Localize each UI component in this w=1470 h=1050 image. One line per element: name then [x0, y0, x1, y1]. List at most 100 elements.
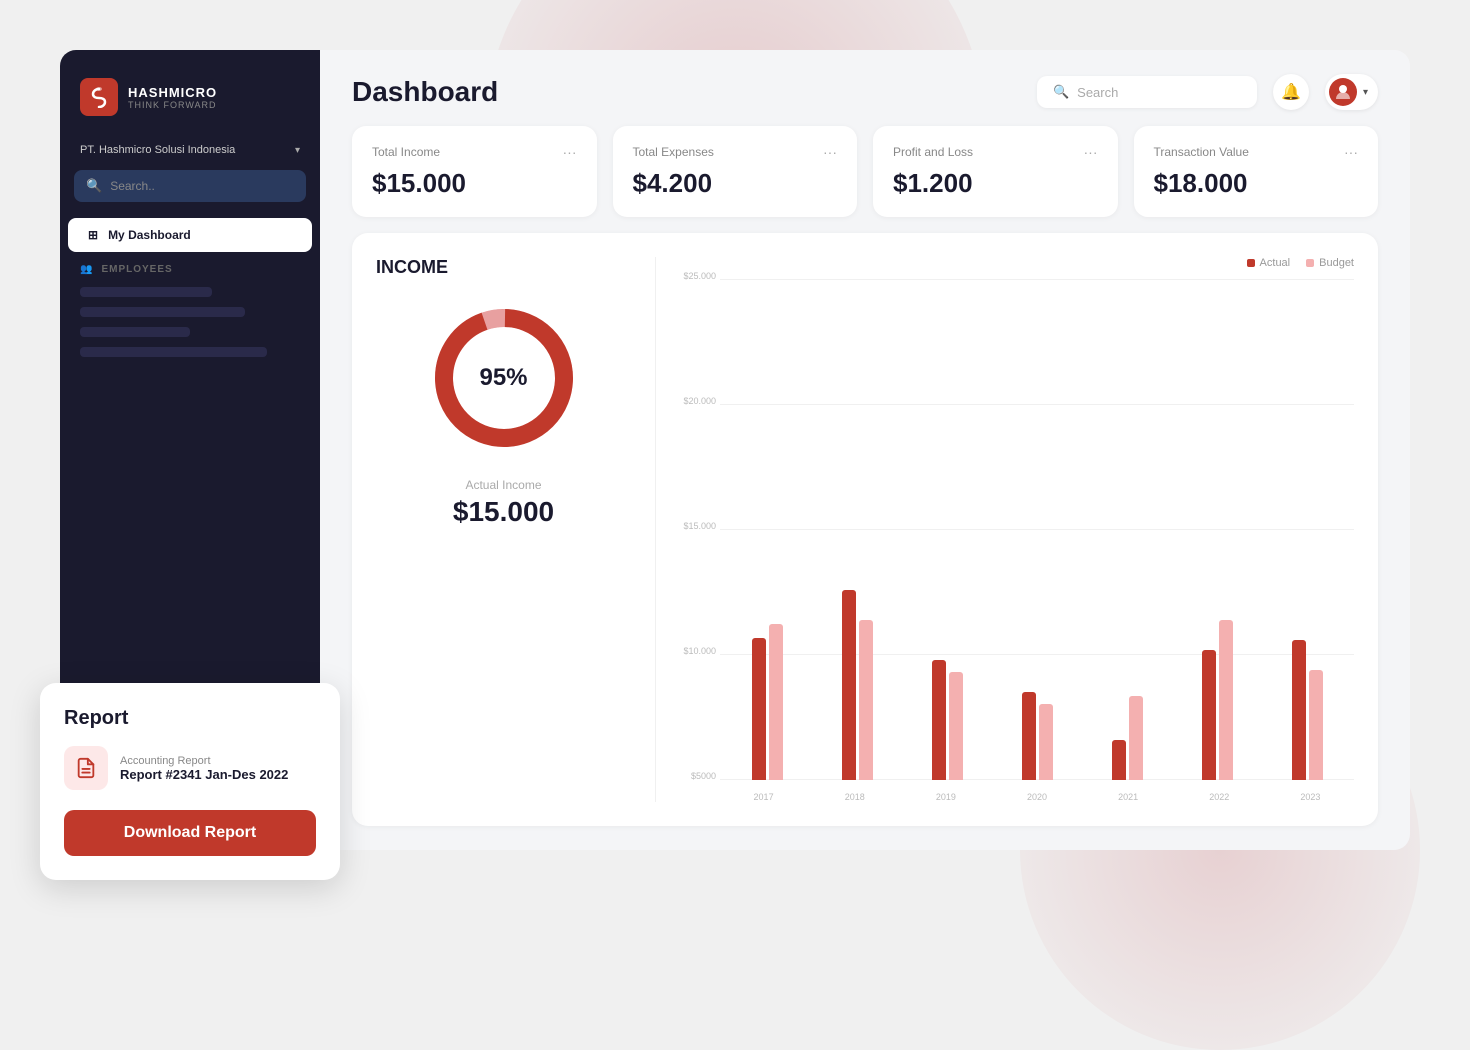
logo-tagline: THINK FORWARD	[128, 100, 217, 110]
year-group-2020	[994, 692, 1080, 780]
bar-budget-2019	[949, 672, 963, 780]
sidebar-search-icon: 🔍	[86, 178, 102, 194]
sidebar-item-label: My Dashboard	[108, 228, 191, 242]
logo-text: HASHMICRO THINK FORWARD	[128, 85, 217, 110]
download-report-button[interactable]: Download Report	[64, 810, 316, 856]
stat-income-value: $15.000	[372, 168, 466, 198]
x-label-2021: 2021	[1085, 792, 1172, 802]
header-search-icon: 🔍	[1053, 84, 1069, 100]
report-card-title: Report	[64, 707, 316, 730]
company-name: PT. Hashmicro Solusi Indonesia	[80, 144, 235, 156]
legend-budget: Budget	[1306, 257, 1354, 269]
stat-card-income: Total Income ··· $15.000	[352, 126, 597, 217]
notification-button[interactable]: 🔔	[1273, 74, 1309, 110]
stat-income-label: Total Income	[372, 145, 440, 159]
header-right: 🔍 🔔 ▾	[1037, 74, 1378, 110]
sidebar-logo-area: HASHMICRO THINK FORWARD	[60, 50, 320, 136]
bar-actual-2018	[842, 590, 856, 780]
grid-label-5: $5000	[680, 771, 716, 781]
donut-chart: 95%	[424, 298, 584, 458]
company-chevron-icon[interactable]: ▾	[295, 145, 300, 156]
stat-pnl-more[interactable]: ···	[1084, 144, 1098, 160]
user-chevron-icon: ▾	[1363, 87, 1368, 98]
bar-budget-2017	[769, 624, 783, 780]
stat-transaction-label: Transaction Value	[1154, 145, 1249, 159]
year-group-2023	[1264, 640, 1350, 780]
legend-dot-budget	[1306, 259, 1314, 267]
bar-budget-2023	[1309, 670, 1323, 780]
grid-label-1: $25.000	[680, 271, 716, 281]
report-item: Accounting Report Report #2341 Jan-Des 2…	[64, 746, 316, 790]
avatar	[1329, 78, 1357, 106]
header-search[interactable]: 🔍	[1037, 76, 1257, 108]
x-label-2022: 2022	[1176, 792, 1263, 802]
bars-area	[720, 279, 1354, 780]
income-left: INCOME 95% Actual Income $15.000	[376, 257, 656, 802]
bar-actual-2023	[1292, 640, 1306, 780]
x-label-2020: 2020	[993, 792, 1080, 802]
legend-dot-actual	[1247, 259, 1255, 267]
bar-actual-2019	[932, 660, 946, 780]
stat-transaction-value: $18.000	[1154, 168, 1248, 198]
stat-card-pnl: Profit and Loss ··· $1.200	[873, 126, 1118, 217]
dashboard-icon: ⊞	[88, 228, 98, 242]
header-search-input[interactable]	[1077, 85, 1241, 100]
stat-expenses-label: Total Expenses	[633, 145, 714, 159]
app-wrapper: HASHMICRO THINK FORWARD PT. Hashmicro So…	[60, 50, 1410, 850]
grid-label-2: $20.000	[680, 396, 716, 406]
user-menu-button[interactable]: ▾	[1325, 74, 1378, 110]
legend-actual: Actual	[1247, 257, 1291, 269]
stat-card-transaction-header: Transaction Value ···	[1154, 144, 1359, 160]
stat-income-more[interactable]: ···	[563, 144, 577, 160]
report-item-name: Report #2341 Jan-Des 2022	[120, 767, 288, 782]
income-title: INCOME	[376, 257, 448, 278]
year-group-2022	[1174, 620, 1260, 780]
stat-card-expenses-header: Total Expenses ···	[633, 144, 838, 160]
year-group-2021	[1084, 696, 1170, 780]
sidebar-placeholder-items	[60, 281, 320, 363]
document-icon	[75, 757, 97, 779]
report-card: Report Accounting Report Report #2341 Ja…	[40, 683, 340, 880]
donut-percent: 95%	[479, 364, 527, 392]
year-group-2019	[904, 660, 990, 780]
x-label-2018: 2018	[811, 792, 898, 802]
stat-card-transaction: Transaction Value ··· $18.000	[1134, 126, 1379, 217]
legend-actual-label: Actual	[1260, 257, 1291, 269]
sidebar-search-input[interactable]	[110, 179, 294, 193]
income-section: INCOME 95% Actual Income $15.000	[352, 233, 1378, 826]
sidebar-section-employees: 👥 EMPLOYEES	[60, 254, 320, 281]
x-label-2017: 2017	[720, 792, 807, 802]
actual-income-label: Actual Income	[465, 478, 541, 492]
stat-card-expenses: Total Expenses ··· $4.200	[613, 126, 858, 217]
bar-actual-2017	[752, 638, 766, 780]
year-group-2017	[724, 624, 810, 780]
employees-icon: 👥	[80, 264, 93, 275]
stat-transaction-more[interactable]: ···	[1344, 144, 1358, 160]
placeholder-bar-1	[80, 287, 212, 297]
bar-actual-2021	[1112, 740, 1126, 780]
sidebar-company[interactable]: PT. Hashmicro Solusi Indonesia ▾	[60, 136, 320, 170]
chart-legend: Actual Budget	[680, 257, 1354, 269]
main-content: Dashboard 🔍 🔔 ▾	[320, 50, 1410, 850]
sidebar-item-dashboard[interactable]: ⊞ My Dashboard	[68, 218, 312, 252]
actual-income-value: $15.000	[453, 496, 554, 528]
report-item-info: Accounting Report Report #2341 Jan-Des 2…	[120, 755, 288, 782]
bar-actual-2020	[1022, 692, 1036, 780]
bar-budget-2020	[1039, 704, 1053, 780]
stats-row: Total Income ··· $15.000 Total Expenses …	[320, 126, 1410, 233]
stat-pnl-value: $1.200	[893, 168, 973, 198]
header: Dashboard 🔍 🔔 ▾	[320, 50, 1410, 126]
placeholder-bar-3	[80, 327, 190, 337]
stat-expenses-more[interactable]: ···	[823, 144, 837, 160]
bar-budget-2018	[859, 620, 873, 780]
placeholder-bar-2	[80, 307, 245, 317]
grid-label-4: $10.000	[680, 646, 716, 656]
x-label-2023: 2023	[1267, 792, 1354, 802]
stat-card-income-header: Total Income ···	[372, 144, 577, 160]
sidebar-search[interactable]: 🔍	[74, 170, 306, 202]
stat-expenses-value: $4.200	[633, 168, 713, 198]
report-icon-wrap	[64, 746, 108, 790]
x-labels: 2017 2018 2019 2020 2021 2022 2023	[720, 792, 1354, 802]
year-group-2018	[814, 590, 900, 780]
stat-pnl-label: Profit and Loss	[893, 145, 973, 159]
